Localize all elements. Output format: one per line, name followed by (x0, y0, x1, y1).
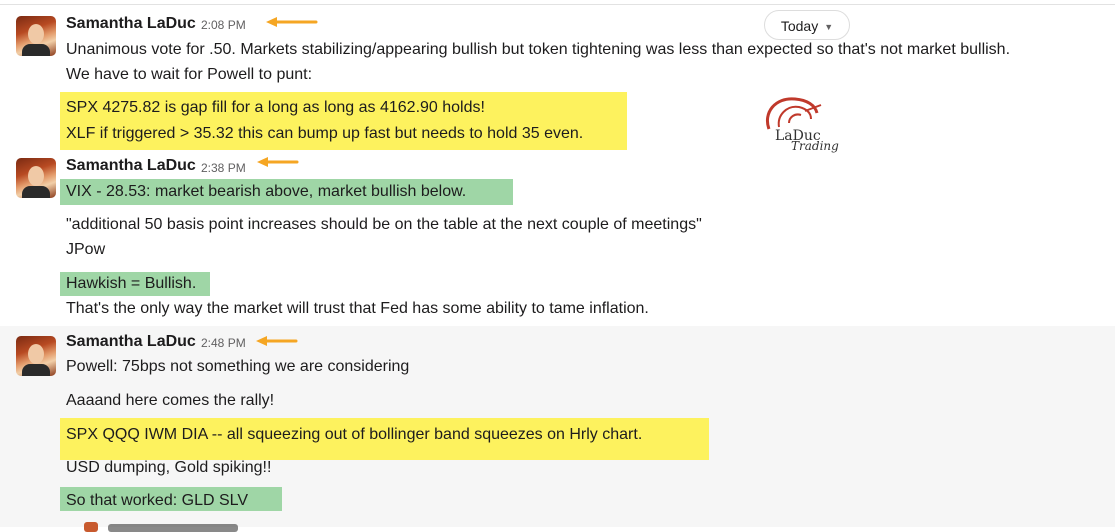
message-text: SPX QQQ IWM DIA -- all squeezing out of … (66, 426, 643, 443)
timestamp[interactable]: 2:38 PM (201, 158, 246, 178)
message-text: VIX - 28.53: market bearish above, marke… (66, 183, 467, 200)
message-text: Unanimous vote for .50. Markets stabiliz… (66, 41, 1011, 58)
laduc-trading-logo: LaDuc Trading (755, 93, 845, 153)
message-2[interactable]: Samantha LaDuc 2:38 PM VIX - 28.53: mark… (0, 156, 1115, 326)
message-text: So that worked: GLD SLV (66, 492, 249, 509)
message-text: That's the only way the market will trus… (66, 300, 649, 317)
logo-swirl-icon (766, 97, 822, 130)
logo-subtext: Trading (791, 139, 839, 153)
message-text: USD dumping, Gold spiking!! (66, 459, 272, 476)
arrow-icon (257, 157, 299, 167)
message-text: SPX 4275.82 is gap fill for a long as lo… (66, 99, 485, 116)
avatar[interactable] (16, 336, 56, 376)
author-name[interactable]: Samantha LaDuc (66, 332, 196, 352)
author-name[interactable]: Samantha LaDuc (66, 156, 196, 176)
next-message-peek (60, 518, 260, 532)
author-name[interactable]: Samantha LaDuc (66, 14, 196, 34)
message-1[interactable]: Samantha LaDuc 2:08 PM Unanimous vote fo… (0, 8, 1115, 156)
arrow-icon (256, 336, 298, 346)
message-text: Hawkish = Bullish. (66, 275, 197, 292)
timestamp[interactable]: 2:08 PM (201, 15, 246, 35)
message-text: XLF if triggered > 35.32 this can bump u… (66, 125, 584, 142)
avatar[interactable] (16, 158, 56, 198)
message-text: Aaaand here comes the rally! (66, 392, 275, 409)
arrow-icon (266, 17, 318, 27)
message-text: We have to wait for Powell to punt: (66, 66, 313, 83)
message-3[interactable]: Samantha LaDuc 2:48 PM Powell: 75bps not… (0, 326, 1115, 527)
message-text: JPow (66, 241, 106, 258)
message-text: "additional 50 basis point increases sho… (66, 216, 702, 233)
top-divider (0, 4, 1115, 5)
timestamp[interactable]: 2:48 PM (201, 333, 246, 353)
avatar[interactable] (16, 16, 56, 56)
message-text: Powell: 75bps not something we are consi… (66, 358, 410, 375)
